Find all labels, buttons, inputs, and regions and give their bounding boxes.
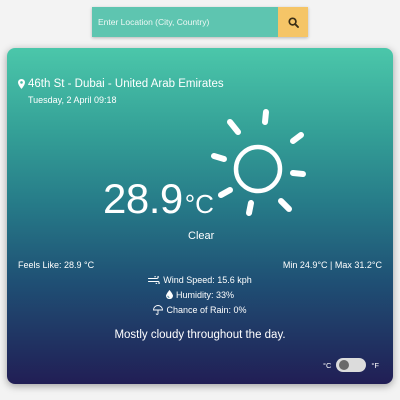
fahrenheit-label: °F [371,360,379,370]
humidity: Humidity: 33% [175,289,235,300]
celsius-label: °C [322,360,332,370]
date-time: Tuesday, 2 April 09:18 [28,95,117,105]
wind-icon [148,275,160,284]
humidity-drop-icon [165,290,173,299]
weather-details: Wind Speed: 15.6 kph Humidity: 33% Chanc… [7,273,393,316]
forecast-summary: Mostly cloudy throughout the day. [114,329,286,341]
location-text: 46th St - Dubai - United Arab Emirates [28,78,224,90]
wind-speed: Wind Speed: 15.6 kph [163,274,252,285]
wind-speed-row: Wind Speed: 15.6 kph [148,273,252,286]
chance-of-rain-row: Chance of Rain: 0% [153,303,247,316]
sun-icon [211,109,306,216]
map-marker-icon [18,79,25,89]
unit-toggle: °C °F [323,358,379,372]
umbrella-icon [153,304,164,315]
search-icon [287,16,299,28]
weather-card: 46th St - Dubai - United Arab Emirates T… [7,48,393,384]
current-temperature: 28.9 °C [103,176,214,222]
temperature-value: 28.9 [103,175,183,222]
min-max-temperature: Min 24.9°C | Max 31.2°C [282,260,382,270]
toggle-knob [339,360,350,370]
feels-like: Feels Like: 28.9 °C [18,260,95,270]
humidity-row: Humidity: 33% [165,288,235,301]
weather-condition: Clear [188,230,215,242]
chance-of-rain: Chance of Rain: 0% [166,304,247,315]
temperature-unit: °C [184,189,214,219]
location-search-input[interactable] [92,7,278,37]
location: 46th St - Dubai - United Arab Emirates [18,78,224,90]
unit-toggle-switch[interactable] [336,358,367,372]
search-bar [92,7,308,37]
search-button[interactable] [278,7,308,37]
